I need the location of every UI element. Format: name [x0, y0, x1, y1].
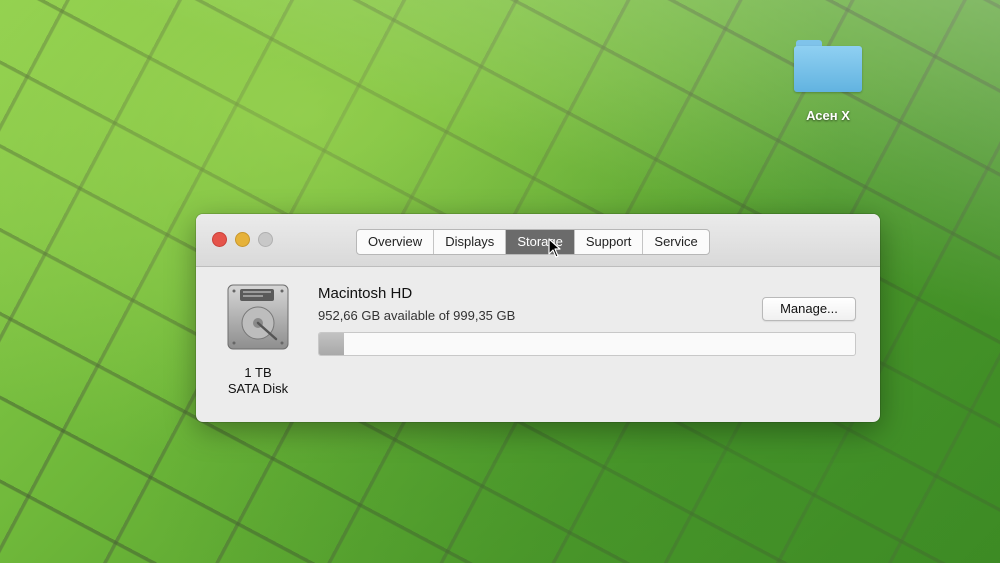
desktop-folder-label[interactable]: Асен Х — [788, 108, 868, 123]
disk-availability: 952,66 GB available of 999,35 GB — [318, 308, 516, 323]
folder-icon[interactable] — [794, 36, 862, 92]
tab-overview[interactable]: Overview — [357, 230, 435, 254]
title-bar[interactable]: Overview Displays Storage Support Servic… — [196, 214, 880, 267]
disk-type: SATA Disk — [227, 381, 289, 396]
tab-service[interactable]: Service — [643, 230, 708, 254]
manage-button[interactable]: Manage... — [762, 297, 856, 321]
about-this-mac-window: Overview Displays Storage Support Servic… — [196, 214, 880, 422]
tab-support[interactable]: Support — [575, 230, 644, 254]
tab-storage[interactable]: Storage — [506, 230, 575, 254]
zoom-button[interactable] — [258, 232, 273, 247]
tab-displays[interactable]: Displays — [434, 230, 507, 254]
minimize-button[interactable] — [235, 232, 250, 247]
tab-bar: Overview Displays Storage Support Servic… — [356, 229, 710, 255]
storage-usage-bar — [318, 332, 856, 356]
desktop-folder[interactable]: Асен Х — [788, 36, 868, 123]
disk-name: Macintosh HD — [318, 285, 413, 302]
storage-used-segment — [319, 333, 345, 355]
storage-pane: 1 TB SATA Disk Macintosh HD 952,66 GB av… — [196, 267, 880, 422]
hard-drive-icon — [224, 283, 292, 351]
close-button[interactable] — [212, 232, 227, 247]
disk-capacity: 1 TB — [244, 365, 272, 380]
